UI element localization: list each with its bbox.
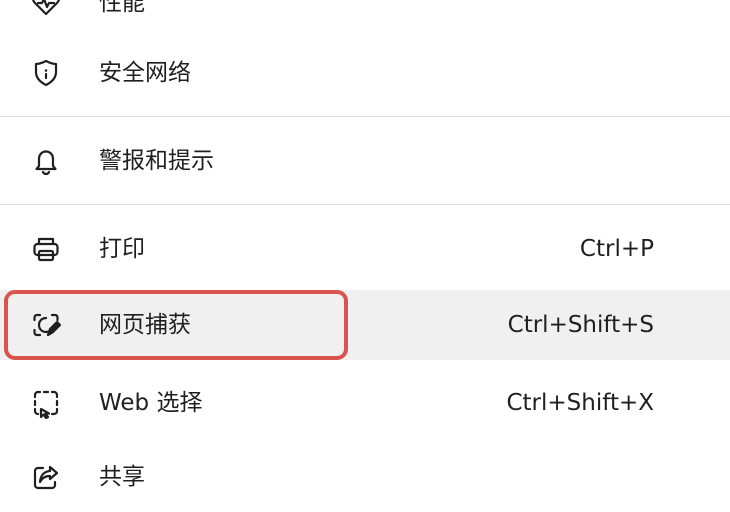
menu-item-label: Web 选择	[99, 390, 203, 416]
menu-item-shortcut: Ctrl+Shift+S	[507, 312, 654, 338]
menu-item-print[interactable]: 打印 Ctrl+P	[0, 214, 730, 284]
menu-item-label: 性能	[99, 0, 145, 16]
menu-item-label: 打印	[99, 236, 145, 262]
menu-item-label: 网页捕获	[99, 312, 191, 338]
menu-item-web-select[interactable]: Web 选择 Ctrl+Shift+X	[0, 368, 730, 438]
menu-item-label: 共享	[99, 464, 145, 490]
printer-icon	[30, 233, 62, 265]
share-icon	[30, 461, 62, 493]
menu-item-shortcut: Ctrl+P	[579, 236, 654, 262]
menu-item-label: 警报和提示	[99, 148, 214, 174]
menu-item-share[interactable]: 共享	[0, 442, 730, 512]
browser-settings-menu: 性能 安全网络 警报和提示 打印 Ctrl+P 网页捕获 Ctrl+Shift+…	[0, 0, 730, 501]
menu-item-secure-network[interactable]: 安全网络	[0, 38, 730, 108]
shield-icon	[30, 57, 62, 89]
menu-item-performance[interactable]: 性能	[0, 0, 730, 38]
menu-divider	[0, 204, 730, 205]
menu-divider	[0, 116, 730, 117]
web-select-icon	[30, 387, 62, 419]
menu-item-alerts-and-tips[interactable]: 警报和提示	[0, 126, 730, 196]
menu-item-web-capture[interactable]: 网页捕获 Ctrl+Shift+S	[0, 290, 730, 360]
menu-item-shortcut: Ctrl+Shift+X	[506, 390, 654, 416]
heart-pulse-icon	[30, 0, 62, 19]
web-capture-icon	[30, 309, 62, 341]
menu-item-label: 安全网络	[99, 60, 191, 86]
bell-icon	[30, 145, 62, 177]
